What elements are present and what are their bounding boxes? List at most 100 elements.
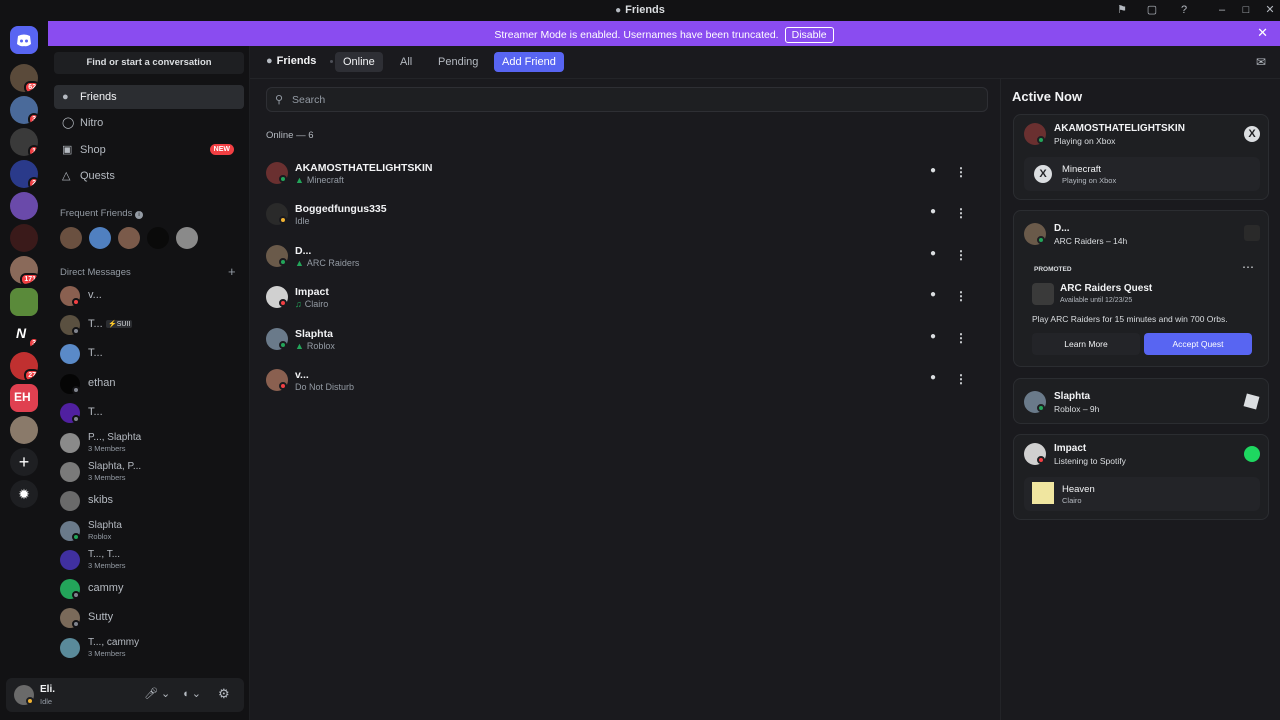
server-icon[interactable]: N3 <box>10 320 38 348</box>
more-options-icon[interactable]: ⋮ <box>954 289 968 303</box>
album-art <box>1032 482 1054 504</box>
friend-row[interactable]: Impact ♫ Clairo ● ⋮ <box>266 282 976 322</box>
add-friend-button[interactable]: Add Friend <box>494 52 564 72</box>
spotify-icon <box>1244 446 1260 462</box>
tab-online[interactable]: Online <box>335 52 383 72</box>
more-options-icon[interactable]: ⋮ <box>954 248 968 262</box>
frequent-friend-avatar[interactable] <box>118 227 140 249</box>
learn-more-button[interactable]: Learn More <box>1032 333 1140 355</box>
nav-friends[interactable]: ● Friends <box>54 85 244 109</box>
online-count-header: Online — 6 <box>266 130 314 141</box>
roblox-icon <box>1243 393 1260 410</box>
accept-quest-button[interactable]: Accept Quest <box>1144 333 1252 355</box>
server-icon[interactable]: 171 <box>10 256 38 284</box>
dm-item[interactable]: ethan <box>54 370 244 398</box>
activity-card[interactable]: D... ARC Raiders – 14h PROMOTED ⋯ ARC Rai… <box>1013 210 1269 367</box>
close-icon[interactable]: ✕ <box>1262 3 1278 17</box>
dm-item[interactable]: T... ⚡SUII <box>54 311 244 339</box>
message-icon[interactable]: ● <box>926 165 940 179</box>
message-icon[interactable]: ● <box>926 289 940 303</box>
new-group-dm-icon[interactable]: ✉ <box>1256 55 1266 69</box>
dm-item[interactable]: P..., Slaphta 3 Members <box>54 429 244 457</box>
server-icon[interactable] <box>10 416 38 444</box>
dm-item[interactable]: cammy <box>54 575 244 603</box>
add-server-icon[interactable]: + <box>10 448 38 476</box>
dm-item[interactable]: skibs <box>54 487 244 515</box>
friend-row[interactable]: v... Do Not Disturb ● ⋮ <box>266 365 976 405</box>
user-tag: ⚡SUII <box>106 320 133 328</box>
nav-label: Nitro <box>80 117 104 129</box>
frequent-friend-avatar[interactable] <box>147 227 169 249</box>
frequent-friend-avatar[interactable] <box>176 227 198 249</box>
friend-row[interactable]: Boggedfungus335 Idle ● ⋮ <box>266 199 976 239</box>
dm-item[interactable]: T... <box>54 399 244 427</box>
nav-nitro[interactable]: ◯ Nitro <box>54 111 244 135</box>
direct-messages-header: Direct Messages <box>60 267 131 278</box>
server-icon[interactable]: 1 <box>10 128 38 156</box>
screen-icon[interactable]: ▢ <box>1144 3 1160 17</box>
tab-pending[interactable]: Pending <box>430 52 486 72</box>
friend-row[interactable]: Slaphta ▲ Roblox ● ⋮ <box>266 324 976 364</box>
window-title: ● Friends <box>615 4 665 16</box>
nav-quests[interactable]: △ Quests <box>54 164 244 188</box>
activity-card[interactable]: Impact Listening to Spotify Heaven Clairo <box>1013 434 1269 520</box>
microphone-icon[interactable]: 🎤︎ ⌄ <box>144 687 170 700</box>
discord-home-button[interactable] <box>10 26 38 54</box>
shop-icon: ▣ <box>62 144 73 156</box>
minimize-icon[interactable]: – <box>1214 3 1230 17</box>
frequent-friends-header: Frequent Friends i <box>60 208 143 219</box>
more-options-icon[interactable]: ⋮ <box>954 206 968 220</box>
message-icon[interactable]: ● <box>926 206 940 220</box>
more-options-icon[interactable]: ⋯ <box>1242 260 1254 274</box>
game-controller-icon: ▲ <box>295 175 304 185</box>
message-icon[interactable]: ● <box>926 372 940 386</box>
more-options-icon[interactable]: ⋮ <box>954 372 968 386</box>
server-icon[interactable] <box>10 224 38 252</box>
dm-item[interactable]: v... <box>54 282 244 310</box>
server-icon[interactable]: 62 <box>10 64 38 92</box>
nav-label: Quests <box>80 170 115 182</box>
server-icon[interactable]: EH <box>10 384 38 412</box>
game-thumbnail <box>1244 225 1260 241</box>
friend-row[interactable]: D... ▲ ARC Raiders ● ⋮ <box>266 241 976 281</box>
frequent-friend-avatar[interactable] <box>89 227 111 249</box>
server-icon[interactable] <box>10 288 38 316</box>
headphones-icon[interactable]: ◖ ⌄ <box>182 687 201 700</box>
more-options-icon[interactable]: ⋮ <box>954 331 968 345</box>
game-controller-icon: ▲ <box>295 341 304 351</box>
dm-item[interactable]: Slaphta, P... 3 Members <box>54 458 244 486</box>
message-icon[interactable]: ● <box>926 248 940 262</box>
nav-shop[interactable]: ▣ Shop NEW <box>54 138 244 162</box>
activity-card[interactable]: AKAMOSTHATELIGHTSKIN Playing on Xbox X X … <box>1013 114 1269 200</box>
tab-all[interactable]: All <box>392 52 420 72</box>
friend-row[interactable]: AKAMOSTHATELIGHTSKIN ▲ Minecraft ● ⋮ <box>266 158 976 198</box>
streamer-mode-banner: Streamer Mode is enabled. Usernames have… <box>48 21 1280 46</box>
server-icon[interactable]: 2 <box>10 160 38 188</box>
more-options-icon[interactable]: ⋮ <box>954 165 968 179</box>
activity-card[interactable]: Slaphta Roblox – 9h <box>1013 378 1269 424</box>
dm-item[interactable]: T..., cammy 3 Members <box>54 634 244 662</box>
dm-item[interactable]: Slaphta Roblox <box>54 517 244 545</box>
server-icon[interactable] <box>10 192 38 220</box>
close-banner-icon[interactable]: ✕ <box>1257 25 1268 41</box>
friends-icon: ● <box>615 5 622 16</box>
disable-button[interactable]: Disable <box>784 27 834 43</box>
message-icon[interactable]: ● <box>926 331 940 345</box>
server-icon[interactable]: 27 <box>10 352 38 380</box>
nitro-icon: ◯ <box>62 117 75 129</box>
dm-item[interactable]: T..., T... 3 Members <box>54 546 244 574</box>
maximize-icon[interactable]: □ <box>1238 3 1254 17</box>
settings-gear-icon[interactable]: ⚙ <box>218 686 230 702</box>
dm-item[interactable]: Sutty <box>54 604 244 632</box>
discover-icon[interactable]: ✹ <box>10 480 38 508</box>
dm-item[interactable]: T... <box>54 340 244 368</box>
frequent-friend-avatar[interactable] <box>60 227 82 249</box>
server-icon[interactable]: 3 <box>10 96 38 124</box>
user-name: Eli. <box>40 684 56 695</box>
help-icon[interactable]: ? <box>1176 3 1192 17</box>
quests-icon: △ <box>62 170 71 182</box>
find-conversation-button[interactable]: Find or start a conversation <box>54 52 244 74</box>
inbox-icon[interactable]: ⚑ <box>1114 3 1130 17</box>
search-input[interactable]: ⚲ Search <box>266 87 988 112</box>
create-dm-icon[interactable]: + <box>228 264 236 279</box>
